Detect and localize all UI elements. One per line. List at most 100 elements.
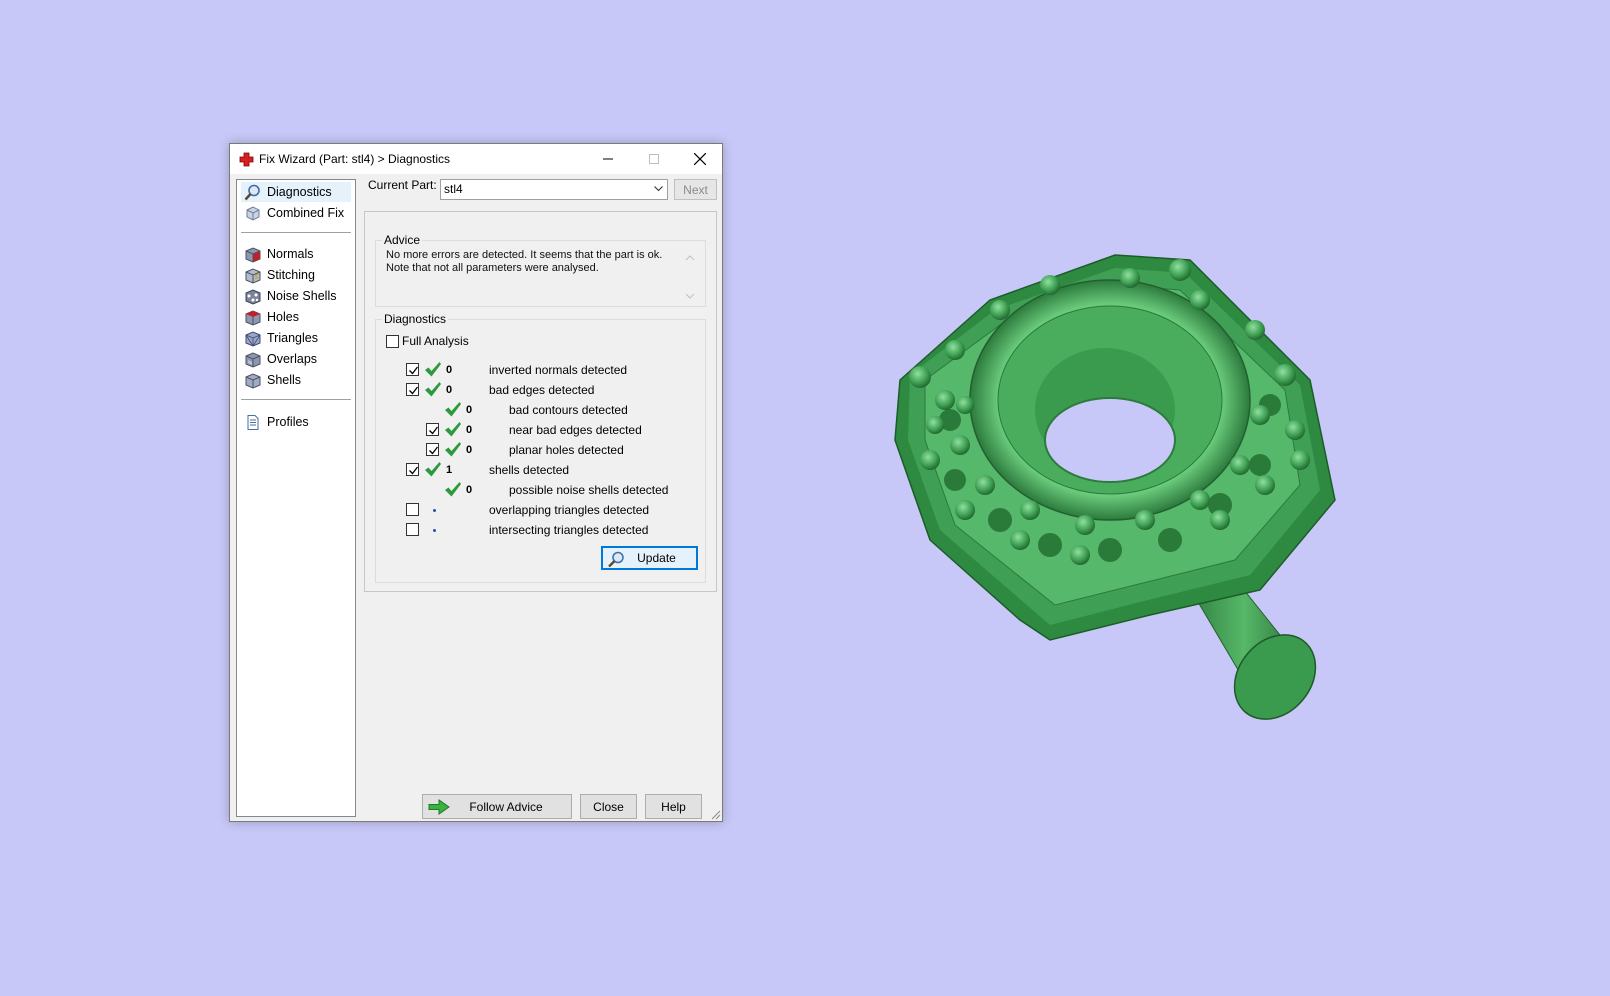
overlapping-triangles-label: overlapping triangles detected	[489, 503, 650, 517]
stitching-cube-icon	[245, 267, 261, 284]
triangles-cube-icon	[245, 330, 261, 347]
diagnostics-group: Diagnostics Full Analysis 0 inverted nor…	[375, 312, 706, 583]
planar-holes-count: 0	[466, 444, 473, 456]
nav-item-label: Combined Fix	[267, 206, 345, 220]
advice-group-title: Advice	[382, 233, 423, 247]
nav-item-noise-shells[interactable]: Noise Shells	[241, 286, 351, 306]
bad-contours-count: 0	[466, 404, 473, 416]
ok-check-icon	[445, 422, 461, 437]
advice-group: Advice No more errors are detected. It s…	[375, 233, 706, 307]
not-analysed-dot	[433, 509, 436, 512]
inverted-normals-checkbox[interactable]	[406, 363, 419, 376]
profiles-document-icon	[247, 414, 259, 430]
nav-item-label: Triangles	[267, 331, 318, 345]
advice-text: No more errors are detected. It seems th…	[386, 249, 686, 275]
advice-scrollbar[interactable]	[683, 253, 697, 301]
shells-count: 1	[446, 464, 453, 476]
chevron-down-icon	[654, 186, 663, 192]
help-button-label: Help	[661, 799, 686, 814]
inverted-normals-label: inverted normals detected	[489, 363, 628, 377]
nav-item-label: Overlaps	[267, 352, 318, 366]
nav-item-normals[interactable]: Normals	[241, 244, 351, 264]
overlaps-cube-icon	[245, 351, 261, 368]
shells-checkbox[interactable]	[406, 463, 419, 476]
help-button[interactable]: Help	[645, 794, 702, 819]
nav-item-label: Noise Shells	[267, 289, 337, 303]
current-part-select[interactable]: stl4	[440, 179, 668, 200]
bad-contours-label: bad contours detected	[509, 403, 628, 417]
update-button[interactable]: Update	[601, 546, 698, 570]
current-part-value: stl4	[444, 182, 463, 196]
close-icon	[694, 153, 706, 165]
ok-check-icon	[425, 362, 441, 377]
bad-edges-checkbox[interactable]	[406, 383, 419, 396]
nav-item-diagnostics[interactable]: Diagnostics	[241, 182, 351, 202]
ok-check-icon	[445, 442, 461, 457]
nav-item-shells[interactable]: Shells	[241, 370, 351, 390]
bad-edges-label: bad edges detected	[489, 383, 595, 397]
arrow-right-icon	[428, 799, 450, 815]
diagnostics-group-title: Diagnostics	[382, 312, 449, 326]
noise-shells-count: 0	[466, 484, 473, 496]
ok-check-icon	[425, 462, 441, 477]
inverted-normals-count: 0	[446, 364, 453, 376]
planar-holes-label: planar holes detected	[509, 443, 624, 457]
fix-wizard-window: Fix Wizard (Part: stl4) > Diagnostics Di…	[229, 143, 723, 822]
checkmark-icon	[429, 426, 439, 435]
near-bad-edges-checkbox[interactable]	[426, 423, 439, 436]
resize-grip-icon[interactable]	[709, 808, 721, 820]
title-bar[interactable]: Fix Wizard (Part: stl4) > Diagnostics	[230, 144, 722, 174]
nav-item-overlaps[interactable]: Overlaps	[241, 349, 351, 369]
magnifier-icon	[244, 184, 260, 200]
intersecting-triangles-checkbox[interactable]	[406, 523, 419, 536]
near-bad-edges-count: 0	[466, 424, 473, 436]
next-button[interactable]: Next	[674, 179, 717, 200]
nav-item-triangles[interactable]: Triangles	[241, 328, 351, 348]
nav-item-holes[interactable]: Holes	[241, 307, 351, 327]
intersecting-triangles-label: intersecting triangles detected	[489, 523, 649, 537]
holes-cube-icon	[245, 309, 261, 326]
noise-shells-label: possible noise shells detected	[509, 483, 669, 497]
nav-item-combined-fix[interactable]: Combined Fix	[241, 203, 351, 223]
magnifier-icon	[608, 551, 624, 568]
follow-advice-label: Follow Advice	[469, 799, 543, 814]
nav-divider	[241, 232, 351, 233]
planar-holes-checkbox[interactable]	[426, 443, 439, 456]
checkmark-icon	[409, 466, 419, 475]
full-analysis-checkbox[interactable]	[386, 335, 399, 348]
next-button-label: Next	[683, 182, 708, 197]
nav-item-label: Normals	[267, 247, 314, 261]
maximize-button	[631, 144, 677, 174]
nav-item-stitching[interactable]: Stitching	[241, 265, 351, 285]
follow-advice-button[interactable]: Follow Advice	[422, 794, 572, 819]
window-title: Fix Wizard (Part: stl4) > Diagnostics	[259, 152, 451, 166]
bad-edges-count: 0	[446, 384, 453, 396]
minimize-button[interactable]	[585, 144, 631, 174]
shells-label: shells detected	[489, 463, 570, 477]
current-part-label: Current Part:	[368, 178, 437, 192]
update-button-label: Update	[637, 551, 676, 565]
nav-item-label: Holes	[267, 310, 299, 324]
ok-check-icon	[445, 482, 461, 497]
part-3d-model[interactable]	[890, 240, 1380, 740]
nav-item-label: Stitching	[267, 268, 315, 282]
shells-cube-icon	[245, 372, 261, 389]
not-analysed-dot	[433, 529, 436, 532]
near-bad-edges-label: near bad edges detected	[509, 423, 642, 437]
red-cross-icon	[239, 152, 254, 167]
overlapping-triangles-checkbox[interactable]	[406, 503, 419, 516]
advice-text-line: Note that not all parameters were analys…	[386, 262, 599, 274]
nav-divider	[241, 399, 351, 400]
advice-text-line: No more errors are detected. It seems th…	[386, 249, 663, 261]
nav-item-label: Profiles	[267, 415, 309, 429]
close-window-button[interactable]	[677, 144, 723, 174]
close-button[interactable]: Close	[580, 794, 637, 819]
ok-check-icon	[445, 402, 461, 417]
wizard-nav-list: Diagnostics Combined Fix Normals Stitchi…	[236, 179, 356, 817]
checkmark-icon	[429, 446, 439, 455]
nav-item-label: Diagnostics	[267, 185, 332, 199]
ok-check-icon	[425, 382, 441, 397]
nav-item-profiles[interactable]: Profiles	[241, 412, 351, 432]
close-button-label: Close	[593, 799, 624, 814]
cube-icon	[246, 205, 260, 221]
